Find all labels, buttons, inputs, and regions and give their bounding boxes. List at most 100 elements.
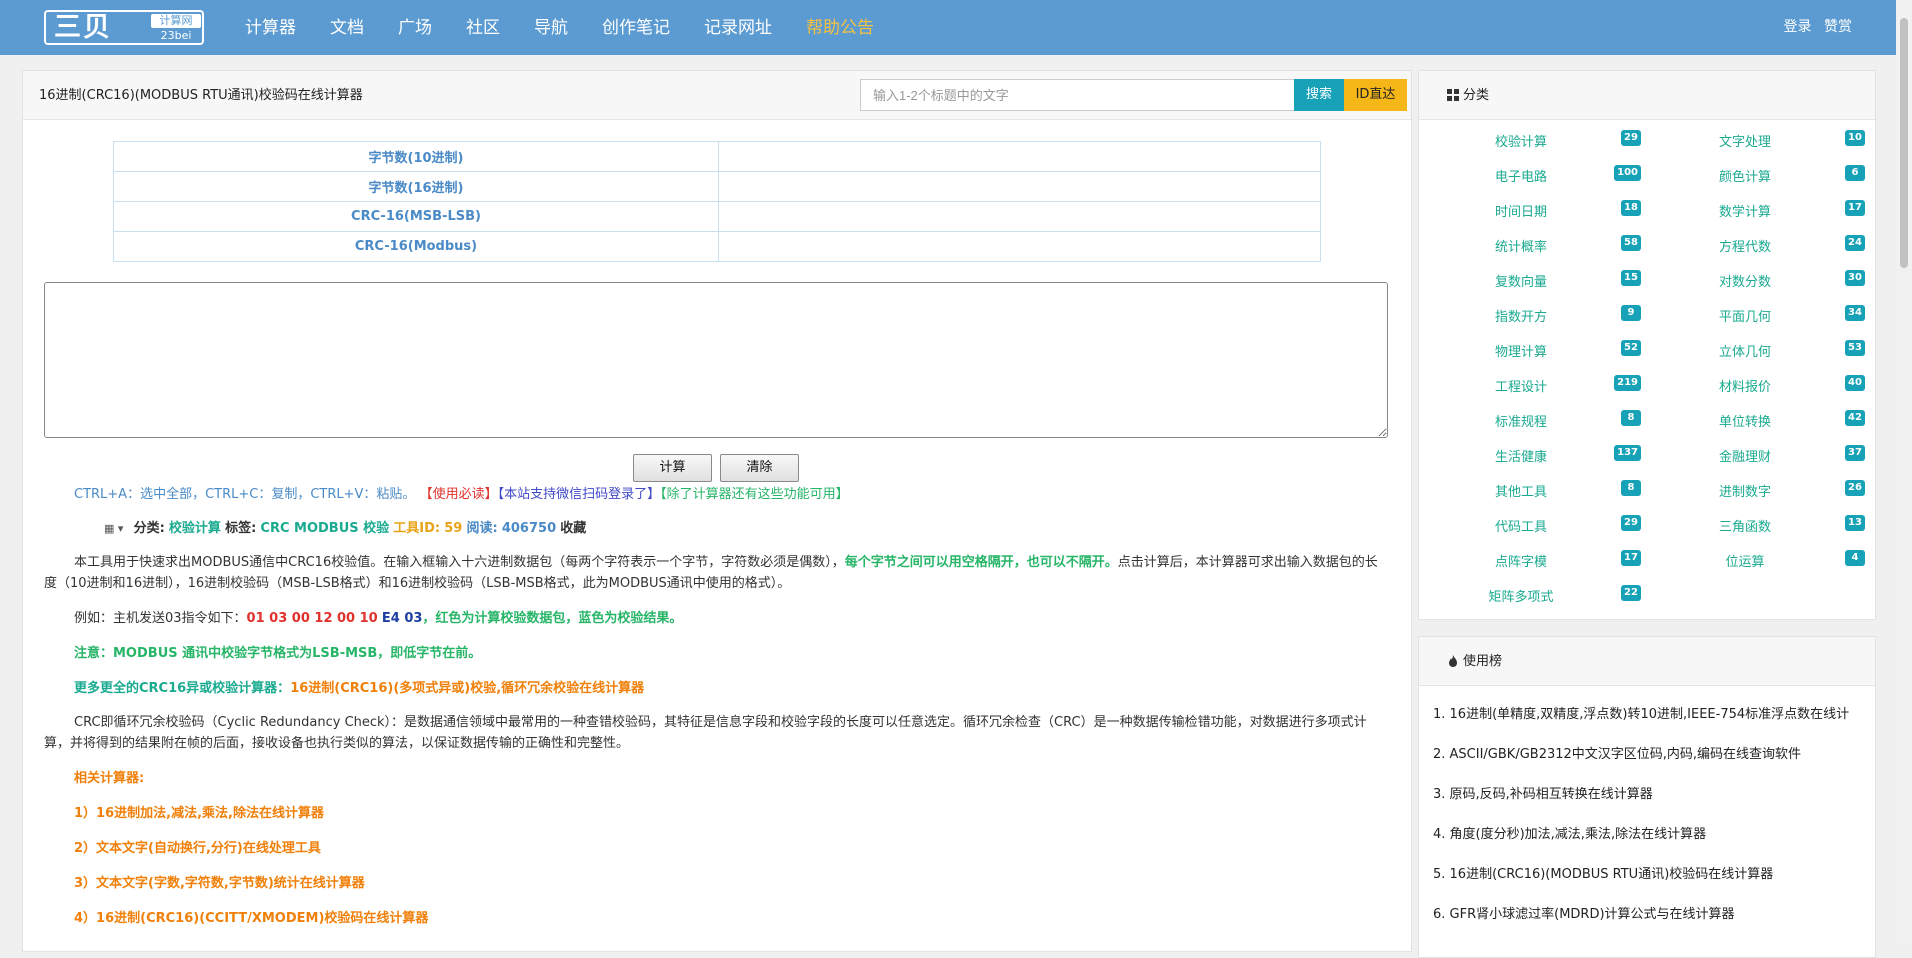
login-link[interactable]: 登录 bbox=[1784, 19, 1812, 35]
category-count-badge: 22 bbox=[1621, 585, 1641, 601]
favorite-link[interactable]: 收藏 bbox=[560, 521, 586, 536]
table-row: 字节数(16进制) bbox=[113, 171, 1321, 202]
category-link[interactable]: 工程设计 bbox=[1471, 376, 1571, 395]
category-card-title: 分类 bbox=[1463, 88, 1490, 103]
panel-header: 16进制(CRC16)(MODBUS RTU通讯)校验码在线计算器 搜索 ID直… bbox=[23, 71, 1411, 120]
logo-main-text: 三贝 bbox=[54, 12, 112, 43]
category-link[interactable]: 时间日期 bbox=[1471, 201, 1571, 220]
calculator-panel: 16进制(CRC16)(MODBUS RTU通讯)校验码在线计算器 搜索 ID直… bbox=[22, 70, 1412, 952]
category-link[interactable]: 标准规程 bbox=[1471, 411, 1571, 430]
category-link[interactable]: 统计概率 bbox=[1471, 236, 1571, 255]
ranking-item[interactable]: 5. 16进制(CRC16)(MODBUS RTU通讯)校验码在线计算器 bbox=[1433, 863, 1773, 882]
category-count-badge: 137 bbox=[1614, 445, 1641, 461]
tool-id-label: 工具ID: bbox=[393, 521, 441, 536]
category-link[interactable]: 物理计算 bbox=[1471, 341, 1571, 360]
hex-data-input[interactable] bbox=[44, 282, 1388, 438]
category-link[interactable]: 材料报价 bbox=[1695, 376, 1795, 395]
related-link[interactable]: 2）文本文字(自动换行,分行)在线处理工具 bbox=[44, 838, 1389, 859]
nav-item-docs[interactable]: 文档 bbox=[330, 0, 364, 55]
category-count-badge: 100 bbox=[1614, 165, 1641, 181]
category-link[interactable]: 位运算 bbox=[1695, 551, 1795, 570]
category-link[interactable]: 复数向量 bbox=[1471, 271, 1571, 290]
category-link[interactable]: 对数分数 bbox=[1695, 271, 1795, 290]
example-checksum: E4 03 bbox=[381, 611, 423, 626]
usage-notice-link[interactable]: 【使用必读】 bbox=[420, 487, 498, 502]
search-input[interactable] bbox=[860, 79, 1295, 111]
id-jump-button[interactable]: ID直达 bbox=[1344, 79, 1407, 111]
category-link[interactable]: 数学计算 bbox=[1695, 201, 1795, 220]
menu-grid-icon[interactable]: ▦ ▾ bbox=[104, 522, 123, 535]
category-link[interactable]: 点阵字模 bbox=[1471, 551, 1571, 570]
page-title: 16进制(CRC16)(MODBUS RTU通讯)校验码在线计算器 bbox=[39, 88, 363, 103]
wechat-login-link[interactable]: 【本站支持微信扫码登录了】 bbox=[498, 487, 661, 502]
category-link[interactable]: 单位转换 bbox=[1695, 411, 1795, 430]
reward-link[interactable]: 赞赏 bbox=[1824, 19, 1852, 35]
related-link[interactable]: 3）文本文字(字数,字符数,字节数)统计在线计算器 bbox=[44, 873, 1389, 894]
category-link[interactable]: 代码工具 bbox=[1471, 516, 1571, 535]
related-link[interactable]: 1）16进制加法,减法,乘法,除法在线计算器 bbox=[44, 803, 1389, 824]
scrollbar-thumb[interactable] bbox=[1900, 18, 1908, 268]
category-link[interactable]: 平面几何 bbox=[1695, 306, 1795, 325]
category-link[interactable]: 指数开方 bbox=[1471, 306, 1571, 325]
tool-id-value: 59 bbox=[444, 521, 463, 536]
clear-button[interactable]: 清除 bbox=[720, 454, 799, 482]
tag-link[interactable]: CRC MODBUS 校验 bbox=[260, 521, 389, 536]
category-link[interactable]: 文字处理 bbox=[1695, 131, 1795, 150]
more-link[interactable]: 16进制(CRC16)(多项式异或)校验,循环冗余校验在线计算器 bbox=[290, 681, 644, 696]
logo-domain-text: 23bei bbox=[160, 29, 192, 42]
category-link[interactable]: 方程代数 bbox=[1695, 236, 1795, 255]
table-row: 字节数(10进制) bbox=[113, 141, 1321, 172]
category-count-badge: 42 bbox=[1845, 410, 1865, 426]
site-logo[interactable]: 三贝 计算网 23bei bbox=[44, 10, 204, 45]
category-count-badge: 17 bbox=[1621, 550, 1641, 566]
result-table: 字节数(10进制) 字节数(16进制) CRC-16(MSB-LSB) CRC-… bbox=[113, 141, 1321, 262]
example-data: 01 03 00 12 00 10 bbox=[246, 611, 378, 626]
category-link[interactable]: 校验计算 bbox=[1471, 131, 1571, 150]
crc-description: CRC即循环冗余校验码（Cyclic Redundancy Check）：是数据… bbox=[44, 715, 1367, 751]
nav-item-notes[interactable]: 创作笔记 bbox=[602, 0, 670, 55]
top-nav: 三贝 计算网 23bei 计算器 文档 广场 社区 导航 创作笔记 记录网址 帮… bbox=[0, 0, 1896, 55]
ranking-item[interactable]: 6. GFR肾小球滤过率(MDRD)计算公式与在线计算器 bbox=[1433, 903, 1735, 922]
category-count-badge: 53 bbox=[1845, 340, 1865, 356]
result-label: CRC-16(MSB-LSB) bbox=[113, 201, 719, 232]
nav-item-help[interactable]: 帮助公告 bbox=[806, 0, 874, 55]
category-link[interactable]: 颜色计算 bbox=[1695, 166, 1795, 185]
category-link[interactable]: 电子电路 bbox=[1471, 166, 1571, 185]
nav-menu: 计算器 文档 广场 社区 导航 创作笔记 记录网址 帮助公告 bbox=[245, 0, 908, 55]
category-link[interactable]: 三角函数 bbox=[1695, 516, 1795, 535]
category-count-badge: 17 bbox=[1845, 200, 1865, 216]
nav-user-links: 登录 赞赏 bbox=[1776, 0, 1852, 55]
example-text: 例如：主机发送03指令如下： bbox=[74, 611, 247, 626]
category-link[interactable]: 进制数字 bbox=[1695, 481, 1795, 500]
nav-item-calculator[interactable]: 计算器 bbox=[245, 0, 296, 55]
ranking-item[interactable]: 1. 16进制(单精度,双精度,浮点数)转10进制,IEEE-754标准浮点数在… bbox=[1433, 703, 1849, 722]
category-link[interactable]: 生活健康 bbox=[1471, 446, 1571, 465]
read-count-value: 406750 bbox=[501, 521, 557, 536]
description-paragraph: 本工具用于快速求出MODBUS通信中CRC16校验值。在输入框输入十六进制数据包… bbox=[44, 552, 1389, 594]
search-button[interactable]: 搜索 bbox=[1294, 79, 1344, 111]
category-link[interactable]: 金融理财 bbox=[1695, 446, 1795, 465]
page-scrollbar[interactable] bbox=[1896, 0, 1912, 942]
nav-item-navigation[interactable]: 导航 bbox=[534, 0, 568, 55]
category-count-badge: 26 bbox=[1845, 480, 1865, 496]
ranking-item[interactable]: 4. 角度(度分秒)加法,减法,乘法,除法在线计算器 bbox=[1433, 823, 1706, 842]
category-link[interactable]: 矩阵多项式 bbox=[1471, 586, 1571, 605]
category-label: 分类: bbox=[133, 521, 165, 536]
calculate-button[interactable]: 计算 bbox=[633, 454, 712, 482]
category-link[interactable]: 立体几何 bbox=[1695, 341, 1795, 360]
ranking-item[interactable]: 2. ASCII/GBK/GB2312中文汉字区位码,内码,编码在线查询软件 bbox=[1433, 743, 1801, 762]
fire-icon bbox=[1449, 655, 1457, 667]
category-count-badge: 37 bbox=[1845, 445, 1865, 461]
shortcut-line: CTRL+A：选中全部，CTRL+C：复制，CTRL+V：粘贴。 【使用必读】【… bbox=[44, 484, 1419, 505]
category-link[interactable]: 校验计算 bbox=[169, 521, 221, 536]
nav-item-square[interactable]: 广场 bbox=[398, 0, 432, 55]
nav-item-community[interactable]: 社区 bbox=[466, 0, 500, 55]
ranking-card-title: 使用榜 bbox=[1463, 654, 1503, 669]
category-link[interactable]: 其他工具 bbox=[1471, 481, 1571, 500]
nav-item-bookmarks[interactable]: 记录网址 bbox=[704, 0, 772, 55]
features-link[interactable]: 【除了计算器还有这些功能可用】 bbox=[660, 487, 849, 502]
ranking-item[interactable]: 3. 原码,反码,补码相互转换在线计算器 bbox=[1433, 783, 1653, 802]
note-line: 注意：MODBUS 通讯中校验字节格式为LSB-MSB，即低字节在前。 bbox=[74, 646, 482, 661]
result-label: CRC-16(Modbus) bbox=[113, 231, 719, 262]
related-link[interactable]: 4）16进制(CRC16)(CCITT/XMODEM)校验码在线计算器 bbox=[44, 908, 1389, 929]
